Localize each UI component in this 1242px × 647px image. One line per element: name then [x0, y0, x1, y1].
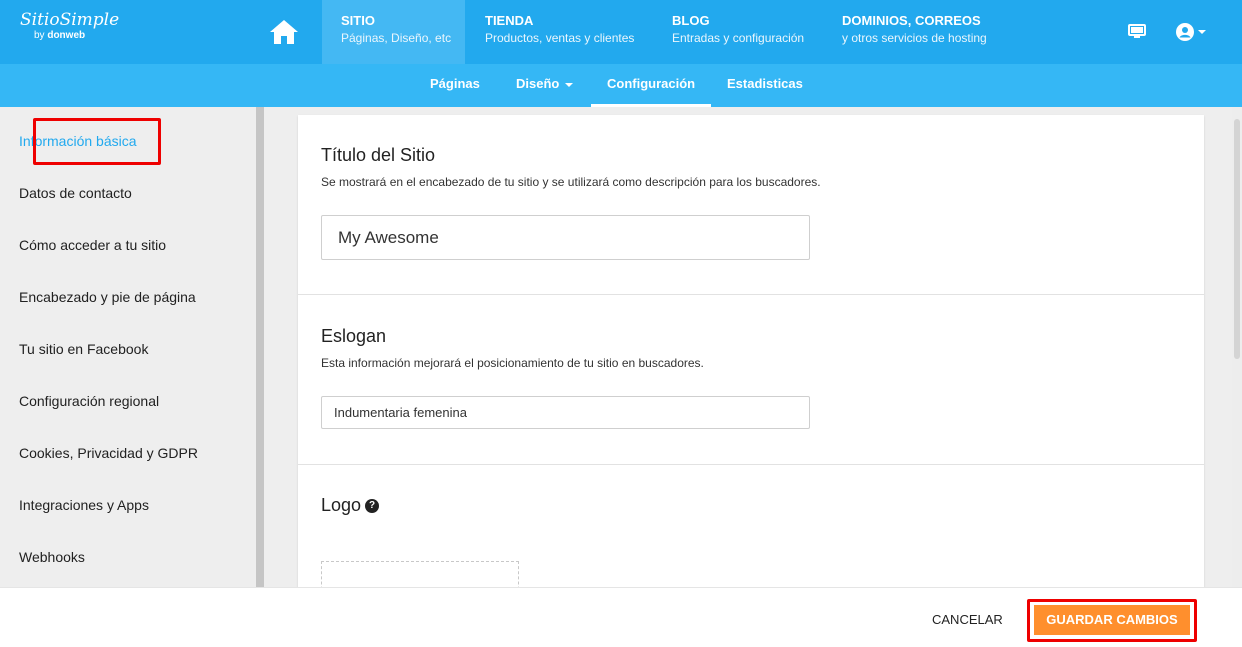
logo-byline: by donweb — [34, 30, 86, 41]
cancel-button[interactable]: CANCELAR — [920, 608, 1015, 632]
topnav-blog[interactable]: BLOG Entradas y configuración — [652, 0, 814, 64]
main-content: Título del Sitio Se mostrará en el encab… — [264, 107, 1232, 587]
slogan-section: Eslogan Esta información mejorará el pos… — [298, 295, 1204, 465]
sidebar-item-cookies[interactable]: Cookies, Privacidad y GDPR — [0, 427, 256, 479]
topnav-sitio[interactable]: SITIO Páginas, Diseño, etc — [322, 0, 465, 64]
subnav-paginas[interactable]: Páginas — [414, 64, 496, 107]
sidebar-item-facebook[interactable]: Tu sitio en Facebook — [0, 323, 256, 375]
site-title-description: Se mostrará en el encabezado de tu sitio… — [321, 175, 821, 189]
settings-card: Título del Sitio Se mostrará en el encab… — [298, 115, 1204, 587]
logo-upload-dropzone[interactable] — [321, 561, 519, 587]
user-circle-icon[interactable] — [1176, 23, 1194, 41]
site-title-section: Título del Sitio Se mostrará en el encab… — [298, 115, 1204, 295]
highlight-box — [33, 118, 161, 165]
top-navbar: SitioSimple by donweb SITIO Páginas, Dis… — [0, 0, 1242, 64]
main-scrollbar-thumb[interactable] — [1234, 119, 1240, 359]
logo-wordmark: SitioSimple — [20, 10, 120, 30]
slogan-input[interactable]: Indumentaria femenina — [321, 396, 810, 429]
home-icon[interactable] — [268, 18, 300, 46]
question-circle-icon[interactable]: ? — [365, 499, 380, 514]
monitor-icon[interactable] — [1128, 24, 1146, 40]
slogan-description: Esta información mejorará el posicionami… — [321, 356, 704, 370]
subnav-estadisticas[interactable]: Estadisticas — [711, 64, 819, 107]
logo-heading: Logo? — [321, 495, 380, 516]
highlight-box — [1027, 599, 1197, 642]
chevron-down-icon[interactable] — [1198, 30, 1206, 34]
slogan-heading: Eslogan — [321, 326, 387, 346]
sitiosimple-logo[interactable]: SitioSimple by donweb — [20, 10, 119, 42]
main-scrollbar[interactable] — [1232, 107, 1242, 587]
site-title-input[interactable]: My Awesome — [321, 215, 810, 260]
sidebar-item-datos-contacto[interactable]: Datos de contacto — [0, 167, 256, 219]
subnav-diseno[interactable]: Diseño — [500, 64, 589, 107]
topnav-tienda[interactable]: TIENDA Productos, ventas y clientes — [465, 0, 645, 64]
settings-sidebar: Información básica Datos de contacto Cóm… — [0, 107, 256, 587]
sidebar-item-integraciones[interactable]: Integraciones y Apps — [0, 479, 256, 531]
topnav-dominios[interactable]: DOMINIOS, CORREOS y otros servicios de h… — [822, 0, 1022, 64]
sidebar-item-webhooks[interactable]: Webhooks — [0, 531, 256, 583]
sidebar-item-como-acceder[interactable]: Cómo acceder a tu sitio — [0, 219, 256, 271]
sidebar-item-encabezado[interactable]: Encabezado y pie de página — [0, 271, 256, 323]
sub-navbar: Páginas Diseño Configuración Estadistica… — [0, 64, 1242, 107]
action-footer: CANCELAR GUARDAR CAMBIOS — [0, 587, 1242, 647]
sidebar-scrollbar[interactable] — [256, 107, 264, 587]
sidebar-item-regional[interactable]: Configuración regional — [0, 375, 256, 427]
subnav-configuracion[interactable]: Configuración — [591, 64, 712, 107]
site-title-heading: Título del Sitio — [321, 145, 436, 165]
caret-down-icon — [565, 82, 574, 87]
